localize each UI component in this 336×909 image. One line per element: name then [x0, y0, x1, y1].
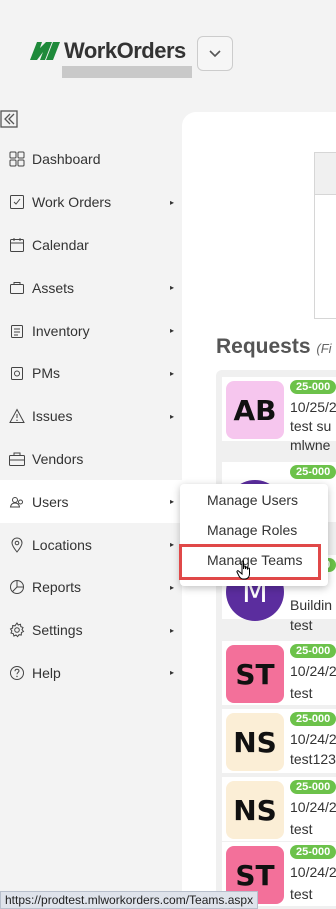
requests-title: Requests	[216, 335, 311, 358]
request-user: test	[290, 617, 313, 633]
hand-cursor-icon	[236, 560, 250, 580]
sidebar-item-label: Settings	[32, 622, 83, 639]
sidebar-item-label: Dashboard	[32, 151, 101, 168]
submenu-arrow-icon: ▸	[169, 197, 174, 207]
sidebar-item-label: Users	[32, 493, 69, 510]
submenu-arrow-icon: ▸	[169, 411, 174, 421]
sidebar-item-label: Help	[32, 664, 61, 681]
sidebar-item-label: Calendar	[32, 236, 89, 253]
sidebar-nav: Dashboard Work Orders ▸ Calendar Assets …	[0, 138, 182, 694]
location-pin-icon	[8, 536, 26, 554]
avatar: NS	[226, 781, 284, 839]
work-orders-icon	[8, 193, 26, 211]
request-id-badge: 25-000	[290, 380, 336, 394]
inventory-icon	[8, 322, 26, 340]
chevron-down-icon	[209, 49, 221, 57]
request-subject: test	[290, 685, 313, 701]
sidebar-item-settings[interactable]: Settings ▸	[0, 609, 182, 652]
pie-chart-icon	[8, 578, 26, 596]
sidebar-item-help[interactable]: Help ▸	[0, 652, 182, 695]
request-date: 10/24/2	[290, 799, 336, 815]
request-date: 10/24/2	[290, 731, 336, 747]
request-card[interactable]: NS 25-000 10/24/2 test123	[222, 709, 336, 773]
request-date: 10/24/2	[290, 864, 336, 880]
submenu-arrow-icon: ▸	[169, 625, 174, 635]
briefcase-icon	[8, 450, 26, 468]
request-subject: test123	[290, 751, 336, 767]
submenu-arrow-icon: ▸	[169, 368, 174, 378]
requests-title-suffix: (Fi	[316, 341, 332, 356]
request-id-badge: 25-000	[290, 644, 336, 658]
submenu-arrow-icon: ▸	[169, 668, 174, 678]
sidebar-item-dashboard[interactable]: Dashboard	[0, 138, 182, 181]
logo-text: WorkOrders	[64, 38, 186, 63]
sidebar-item-reports[interactable]: Reports ▸	[0, 566, 182, 609]
menu-item-manage-roles[interactable]: Manage Roles	[207, 522, 297, 538]
sidebar-item-label: Work Orders	[32, 194, 112, 211]
sidebar-item-inventory[interactable]: Inventory ▸	[0, 309, 182, 352]
request-id-badge: 25-000	[290, 780, 336, 794]
submenu-arrow-icon: ▸	[169, 283, 174, 293]
request-id-badge: 25-000	[290, 465, 336, 479]
sidebar-item-locations[interactable]: Locations ▸	[0, 523, 182, 566]
request-card[interactable]: ST 25-000 10/24/2 test	[222, 641, 336, 705]
sidebar-item-pms[interactable]: PMs ▸	[0, 352, 182, 395]
sidebar-item-calendar[interactable]: Calendar	[0, 224, 182, 267]
sidebar-item-users[interactable]: Users ▸	[0, 480, 182, 524]
calendar-icon	[8, 236, 26, 254]
account-name-redacted	[62, 66, 192, 78]
app-logo[interactable]: WorkOrders	[28, 38, 186, 64]
collapse-sidebar-icon[interactable]	[0, 110, 18, 128]
request-subject: test	[290, 886, 313, 902]
dashboard-icon	[8, 150, 26, 168]
sidebar-item-label: Inventory	[32, 322, 90, 339]
help-icon	[8, 664, 26, 682]
sidebar-item-label: Locations	[32, 536, 92, 553]
logo-mark-icon	[30, 42, 60, 60]
pms-icon	[8, 364, 26, 382]
request-subject: test	[290, 821, 313, 837]
submenu-arrow-icon: ▸	[169, 582, 174, 592]
data-grid-partial	[314, 152, 336, 319]
request-date: 10/24/2	[290, 663, 336, 679]
request-id-badge: 25-000	[290, 712, 336, 726]
sidebar-item-work-orders[interactable]: Work Orders ▸	[0, 181, 182, 224]
submenu-arrow-icon: ▸	[169, 497, 174, 507]
gear-icon	[8, 621, 26, 639]
requests-heading: Requests (Fi	[216, 335, 332, 359]
request-card[interactable]: AB 25-000 10/25/2 test su mlwne	[222, 377, 336, 453]
users-icon	[8, 493, 26, 511]
status-url-bar: https://prodtest.mlworkorders.com/Teams.…	[0, 891, 259, 909]
warning-icon	[8, 407, 26, 425]
request-subject: test su	[290, 418, 332, 434]
sidebar-item-vendors[interactable]: Vendors	[0, 438, 182, 481]
assets-icon	[8, 279, 26, 297]
menu-item-manage-users[interactable]: Manage Users	[207, 492, 298, 508]
sidebar-item-label: Issues	[32, 408, 73, 425]
avatar: NS	[226, 713, 284, 771]
sidebar-item-issues[interactable]: Issues ▸	[0, 395, 182, 438]
request-id-badge: 25-000	[290, 845, 336, 859]
request-date: 10/25/2	[290, 399, 336, 415]
submenu-arrow-icon: ▸	[169, 540, 174, 550]
sidebar-item-label: PMs	[32, 365, 60, 382]
avatar: ST	[226, 645, 284, 703]
submenu-arrow-icon: ▸	[169, 326, 174, 336]
sidebar-item-label: Reports	[32, 579, 82, 596]
sidebar-item-label: Assets	[32, 279, 75, 296]
request-user: mlwne	[290, 437, 331, 453]
avatar: AB	[226, 381, 284, 439]
request-card[interactable]: NS 25-000 10/24/2 test	[222, 777, 336, 841]
sidebar-item-label: Vendors	[32, 450, 84, 467]
account-dropdown-button[interactable]	[197, 36, 233, 71]
grid-header	[315, 153, 336, 195]
request-subject: Buildin	[290, 597, 333, 613]
sidebar-item-assets[interactable]: Assets ▸	[0, 266, 182, 309]
